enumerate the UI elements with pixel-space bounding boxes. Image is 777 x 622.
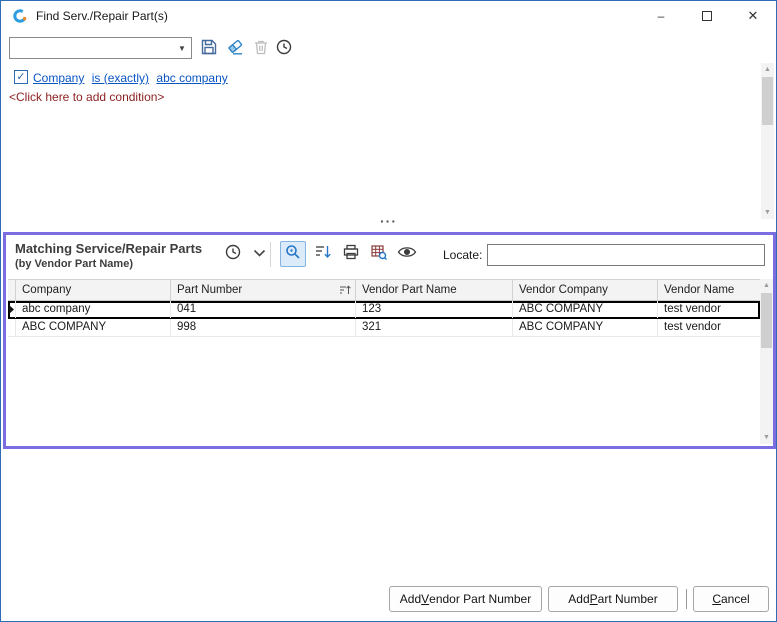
chevron-down-icon (253, 245, 266, 263)
condition-value-link[interactable]: abc company (156, 71, 227, 85)
button-label: ancel (721, 592, 750, 606)
app-logo-icon (12, 8, 28, 24)
results-subtitle: (by Vendor Part Name) (15, 258, 133, 270)
button-label: art Number (598, 592, 658, 606)
close-icon: ✕ (748, 8, 759, 24)
title-bar: Find Serv./Repair Part(s) – ✕ (1, 1, 776, 31)
add-vendor-part-number-button[interactable]: Add Vendor Part Number (389, 586, 542, 612)
clock-icon (224, 243, 242, 266)
view-dropdown-button[interactable] (246, 241, 272, 267)
maximize-icon (702, 11, 712, 21)
cell-part-number: 998 (171, 319, 356, 336)
window-title: Find Serv./Repair Part(s) (36, 1, 168, 31)
find-in-view-button[interactable] (366, 241, 392, 267)
combo-dropdown-arrow-icon[interactable]: ▼ (173, 38, 191, 58)
printer-icon (342, 243, 360, 266)
saved-filter-input[interactable] (12, 39, 170, 57)
cell-vendor-name: test vendor (658, 301, 760, 318)
button-divider (686, 589, 687, 609)
button-label: Add (568, 592, 589, 606)
row-selector-cell (8, 301, 16, 318)
toolbar-separator (270, 242, 271, 267)
matching-parts-panel: Matching Service/Repair Parts (by Vendor… (3, 232, 776, 449)
cell-company: abc company (16, 301, 171, 318)
column-header-vendor-company[interactable]: Vendor Company (513, 280, 658, 300)
current-row-arrow-icon (9, 305, 14, 314)
eye-icon (397, 245, 417, 264)
cancel-button[interactable]: Cancel (693, 586, 769, 612)
table-header-row: Company Part Number Vendor Part Name (8, 279, 760, 301)
checkmark-icon: ✓ (16, 71, 25, 83)
locate-label: Locate: (443, 248, 482, 262)
cell-vendor-company: ABC COMPANY (513, 301, 658, 318)
button-mnemonic: V (421, 592, 429, 606)
print-button[interactable] (338, 241, 364, 267)
saved-filter-combobox[interactable]: ▼ (9, 37, 192, 59)
button-label: Add (400, 592, 421, 606)
cell-vendor-part-name: 321 (356, 319, 513, 336)
scrollbar-thumb[interactable] (762, 77, 773, 125)
maximize-button[interactable] (684, 1, 730, 31)
minimize-icon: – (658, 9, 665, 23)
condition-checkbox[interactable]: ✓ (14, 70, 28, 84)
cell-vendor-name: test vendor (658, 319, 760, 336)
close-button[interactable]: ✕ (730, 1, 776, 31)
cell-vendor-part-name: 123 (356, 301, 513, 318)
clock-icon (275, 38, 293, 61)
cell-vendor-company: ABC COMPANY (513, 319, 658, 336)
button-mnemonic: P (590, 592, 598, 606)
cell-part-number: 041 (171, 301, 356, 318)
results-scrollbar[interactable]: ▲ ▼ (760, 279, 773, 444)
eraser-icon (226, 38, 244, 61)
scrollbar-thumb[interactable] (761, 293, 772, 348)
row-selector-cell (8, 319, 16, 336)
preview-toggle-button[interactable] (280, 241, 306, 267)
add-part-number-button[interactable]: Add Part Number (548, 586, 678, 612)
sort-ascending-icon (339, 285, 351, 295)
add-condition-link[interactable]: <Click here to add condition> (9, 90, 164, 104)
clear-filter-button[interactable] (223, 37, 247, 61)
table-search-icon (370, 243, 388, 266)
condition-field-link[interactable]: Company (33, 71, 84, 85)
minimize-button[interactable]: – (638, 1, 684, 31)
filter-history-button[interactable] (272, 37, 296, 61)
column-header-vendor-part-name[interactable]: Vendor Part Name (356, 280, 513, 300)
trash-icon (252, 38, 270, 61)
table-row-selected[interactable]: abc company 041 123 ABC COMPANY test ven… (8, 301, 760, 319)
save-filter-button[interactable] (197, 37, 221, 61)
view-options-button[interactable] (394, 241, 420, 267)
column-header-vendor-name[interactable]: Vendor Name (658, 280, 760, 300)
results-title: Matching Service/Repair Parts (15, 241, 202, 256)
scroll-down-arrow-icon[interactable]: ▼ (760, 431, 773, 444)
button-mnemonic: C (712, 592, 721, 606)
sort-icon (314, 243, 332, 266)
column-header-company[interactable]: Company (16, 280, 171, 300)
splitter-handle[interactable]: ··· (1, 216, 776, 230)
button-label: endor Part Number (429, 592, 531, 606)
table-row[interactable]: ABC COMPANY 998 321 ABC COMPANY test ven… (8, 319, 760, 337)
cell-company: ABC COMPANY (16, 319, 171, 336)
results-table: Company Part Number Vendor Part Name (8, 279, 760, 337)
column-header-part-number[interactable]: Part Number (171, 280, 356, 300)
scroll-up-arrow-icon[interactable]: ▲ (761, 63, 774, 76)
locate-input[interactable] (487, 244, 765, 266)
filter-area-scrollbar[interactable]: ▲ ▼ (761, 63, 774, 219)
view-history-button[interactable] (220, 241, 246, 267)
save-icon (200, 38, 218, 61)
column-header-label: Part Number (177, 284, 242, 296)
scroll-up-arrow-icon[interactable]: ▲ (760, 279, 773, 292)
find-parts-dialog: Find Serv./Repair Part(s) – ✕ ▼ (0, 0, 777, 622)
condition-operator-link[interactable]: is (exactly) (92, 71, 149, 85)
header-gutter-cell (8, 280, 16, 300)
filter-condition-row: Company is (exactly) abc company (33, 71, 232, 85)
sort-button[interactable] (310, 241, 336, 267)
delete-filter-button[interactable] (249, 37, 273, 61)
magnifier-icon (284, 243, 302, 266)
